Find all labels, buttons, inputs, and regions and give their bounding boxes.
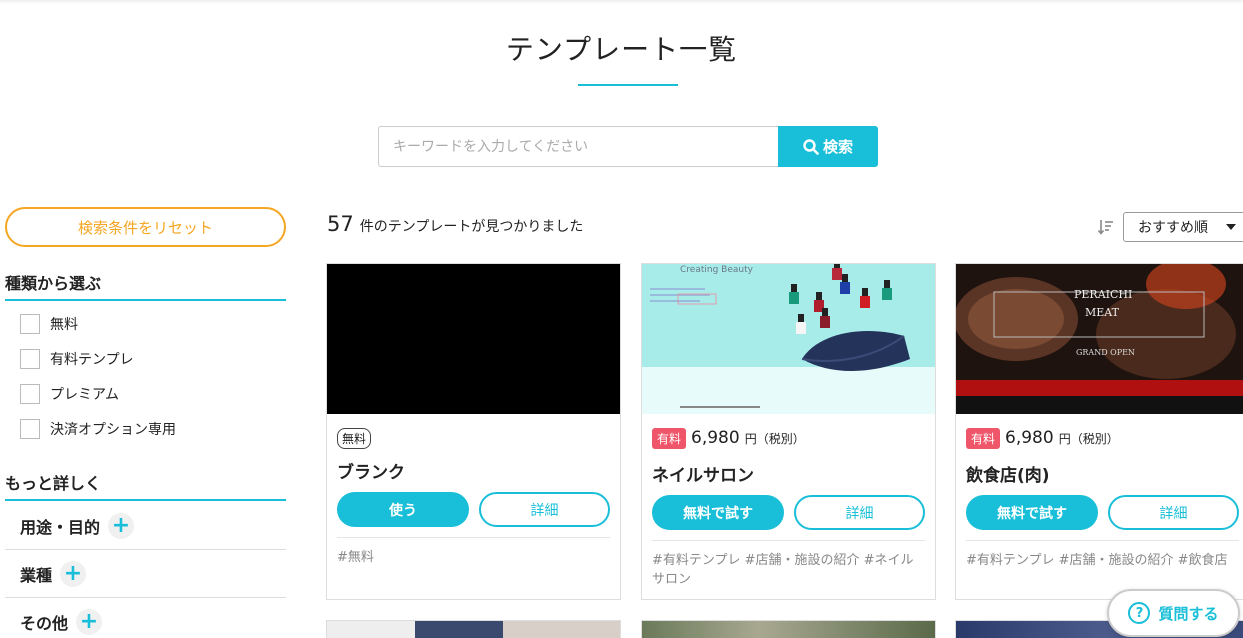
try-free-button[interactable]: 無料で試す — [652, 495, 784, 530]
restaurant-preview-title-2: MEAT — [1085, 306, 1119, 319]
template-thumbnail[interactable] — [327, 264, 620, 414]
payment-option-checkbox[interactable] — [20, 419, 40, 439]
more-item-other-label: その他 — [20, 614, 69, 633]
template-tags[interactable]: #有料テンプレ #店舗・施設の紹介 #ネイルサロン — [652, 551, 925, 589]
more-item-purpose[interactable]: 用途・目的 + — [5, 502, 286, 550]
template-tags[interactable]: #無料 — [337, 548, 610, 567]
restaurant-preview-title-1: PERAICHI — [1074, 288, 1133, 301]
template-name: ネイルサロン — [652, 466, 754, 486]
filter-paid-label: 有料テンプレ — [50, 352, 134, 368]
search-button[interactable]: 検索 — [778, 126, 878, 167]
price: 6,980 — [691, 428, 740, 448]
plus-icon[interactable]: + — [76, 609, 103, 635]
paid-checkbox[interactable] — [20, 349, 40, 369]
paid-badge: 有料 — [652, 428, 687, 449]
help-button-label: 質問する — [1158, 604, 1219, 623]
template-name: ブランク — [337, 463, 405, 483]
reset-filters-label: 検索条件をリセット — [77, 218, 213, 237]
restaurant-preview-image — [956, 264, 1243, 414]
details-button-label: 詳細 — [530, 502, 559, 519]
details-button[interactable]: 詳細 — [1108, 495, 1239, 530]
details-button[interactable]: 詳細 — [794, 495, 925, 530]
price-unit: 円（税別） — [744, 432, 805, 446]
top-border — [0, 0, 1243, 4]
price-row: 有料 6,980 円（税別） — [966, 428, 1119, 449]
template-thumbnail[interactable]: Creating Beauty — [642, 264, 935, 414]
template-card[interactable]: Creating Beauty 有料 6,980 円（税別） ネイルサロン 無料… — [641, 263, 936, 600]
card-divider — [966, 540, 1239, 541]
result-count-number: 57 — [327, 212, 354, 236]
question-icon: ? — [1128, 602, 1151, 624]
try-free-button-label: 無料で試す — [683, 505, 753, 522]
more-item-industry-label: 業種 — [20, 565, 53, 585]
try-free-button[interactable]: 無料で試す — [966, 495, 1098, 530]
price-unit: 円（税別） — [1058, 432, 1119, 446]
template-thumbnail[interactable]: PERAICHI MEAT GRAND OPEN — [956, 264, 1243, 414]
restaurant-preview-subtitle: GRAND OPEN — [1076, 348, 1135, 357]
help-button[interactable]: ? 質問する — [1107, 589, 1240, 637]
free-badge: 無料 — [337, 428, 372, 449]
paid-badge: 有料 — [966, 428, 1001, 449]
filter-payment-option-label: 決済オプション専用 — [50, 422, 176, 438]
more-section-heading: もっと詳しく — [5, 470, 286, 501]
details-button[interactable]: 詳細 — [479, 492, 610, 527]
filter-premium[interactable]: プレミアム — [20, 384, 119, 404]
type-section-heading: 種類から選ぶ — [5, 270, 286, 301]
use-button[interactable]: 使う — [337, 492, 469, 527]
filter-free[interactable]: 無料 — [20, 314, 78, 334]
filter-payment-option[interactable]: 決済オプション専用 — [20, 419, 176, 439]
result-count: 57 件のテンプレートが見つかりました — [327, 212, 583, 236]
template-card-peek[interactable] — [326, 620, 621, 638]
free-checkbox[interactable] — [20, 314, 40, 334]
filter-free-label: 無料 — [50, 317, 78, 333]
plus-icon[interactable]: + — [60, 560, 87, 587]
reset-filters-button[interactable]: 検索条件をリセット — [5, 207, 286, 247]
search-input[interactable] — [378, 126, 780, 167]
use-button-label: 使う — [389, 502, 417, 519]
template-tags[interactable]: #有料テンプレ #店舗・施設の紹介 #飲食店 — [966, 551, 1239, 570]
sort-order-icon[interactable] — [1098, 218, 1114, 236]
filter-paid[interactable]: 有料テンプレ — [20, 349, 134, 369]
plus-icon[interactable]: + — [108, 512, 135, 539]
sort-select[interactable]: おすすめ順 — [1123, 212, 1243, 242]
try-free-button-label: 無料で試す — [997, 505, 1067, 522]
more-item-other[interactable]: その他 + — [5, 598, 286, 638]
card-divider — [652, 540, 925, 541]
more-item-purpose-label: 用途・目的 — [20, 517, 101, 537]
result-count-text: 件のテンプレートが見つかりました — [359, 219, 584, 235]
card-divider — [337, 537, 610, 538]
page-title: テンプレート一覧 — [505, 33, 738, 66]
nail-salon-preview-title: Creating Beauty — [680, 265, 753, 275]
filter-premium-label: プレミアム — [50, 387, 120, 403]
more-item-industry[interactable]: 業種 + — [5, 550, 286, 598]
chevron-down-icon — [1226, 224, 1236, 230]
nail-salon-preview-image — [642, 264, 935, 414]
details-button-label: 詳細 — [1159, 505, 1188, 522]
details-button-label: 詳細 — [845, 505, 874, 522]
price: 6,980 — [1005, 428, 1054, 448]
template-card[interactable]: PERAICHI MEAT GRAND OPEN 有料 6,980 円（税別） … — [955, 263, 1243, 600]
premium-checkbox[interactable] — [20, 384, 40, 404]
template-name: 飲食店(肉) — [966, 466, 1050, 486]
template-card[interactable]: 無料 ブランク 使う 詳細 #無料 — [326, 263, 621, 600]
title-underline — [578, 84, 678, 86]
search-icon — [803, 138, 819, 155]
price-row: 有料 6,980 円（税別） — [652, 428, 805, 449]
sort-select-value: おすすめ順 — [1138, 220, 1208, 236]
template-card-peek[interactable] — [641, 620, 936, 638]
search-button-label: 検索 — [822, 138, 853, 156]
